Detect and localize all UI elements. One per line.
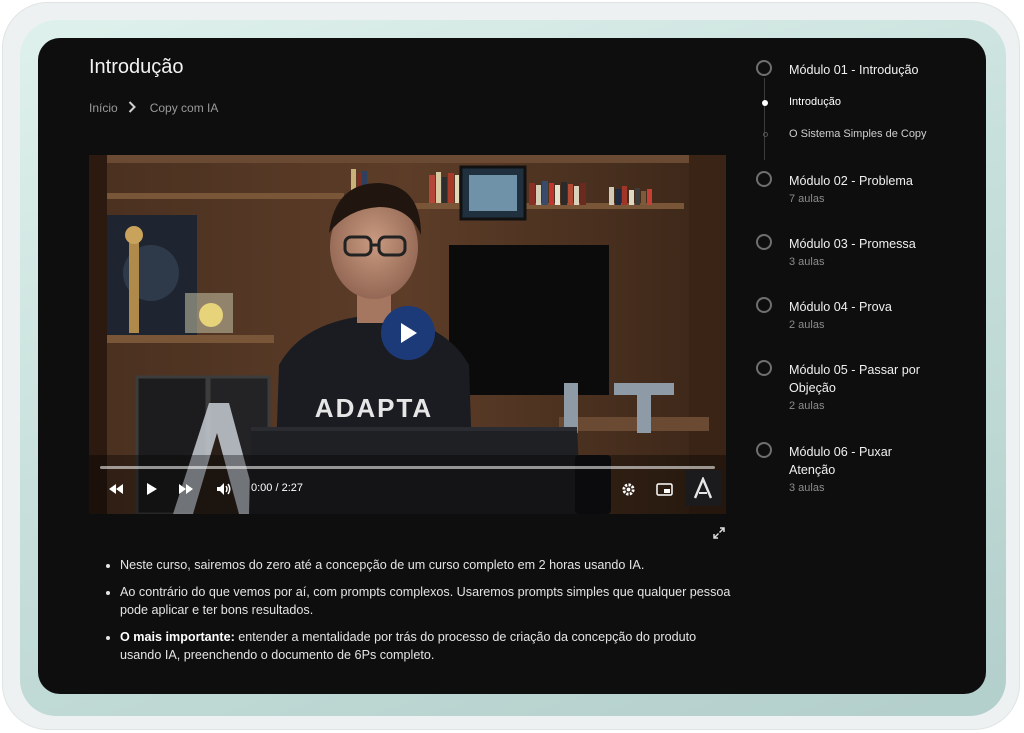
- module-lesson-count: 3 aulas: [789, 256, 825, 268]
- module-lesson-count: 3 aulas: [789, 482, 825, 494]
- module-title: Módulo 04 - Prova: [789, 300, 892, 314]
- breadcrumb: Início Copy com IA: [89, 100, 218, 116]
- module-lesson-count: 2 aulas: [789, 400, 825, 412]
- settings-button[interactable]: [617, 478, 639, 500]
- description-item: Neste curso, sairemos do zero até a conc…: [120, 556, 740, 574]
- rewind-button[interactable]: [105, 478, 127, 500]
- description-item: Ao contrário do que vemos por aí, com pr…: [120, 583, 740, 619]
- page-title: Introdução: [89, 56, 184, 78]
- sidebar-module-03[interactable]: Módulo 03 - Promessa 3 aulas: [754, 234, 974, 274]
- fast-forward-icon: [179, 484, 193, 494]
- volume-button[interactable]: [213, 478, 235, 500]
- module-ring-icon: [756, 171, 772, 187]
- breadcrumb-home-link[interactable]: Início: [89, 101, 118, 115]
- sidebar-module-05[interactable]: Módulo 05 - Passar por Objeção 2 aulas: [754, 360, 974, 420]
- module-title: Módulo 05 - Passar por Objeção: [789, 363, 920, 395]
- sidebar-lesson-introducao[interactable]: Introdução: [789, 96, 841, 108]
- active-lesson-dot-icon: [762, 100, 768, 106]
- course-screen: Introdução Início Copy com IA ADAPTA 0:0…: [38, 38, 986, 694]
- module-ring-icon: [756, 442, 772, 458]
- timeline-line: [764, 78, 765, 160]
- module-lesson-count: 7 aulas: [789, 193, 825, 205]
- volume-icon: [217, 483, 231, 495]
- module-ring-icon: [756, 297, 772, 313]
- description-item: O mais importante: entender a mentalidad…: [120, 628, 740, 664]
- expand-icon[interactable]: [712, 526, 726, 540]
- rewind-icon: [109, 484, 123, 494]
- sidebar-module-04[interactable]: Módulo 04 - Prova 2 aulas: [754, 297, 974, 337]
- control-play-button[interactable]: [141, 478, 163, 500]
- chevron-right-icon: [128, 100, 136, 116]
- breadcrumb-current: Copy com IA: [149, 101, 219, 115]
- module-title: Módulo 03 - Promessa: [789, 237, 916, 251]
- play-button[interactable]: [381, 306, 435, 360]
- module-title: Módulo 02 - Problema: [789, 174, 913, 188]
- adapta-logo-button[interactable]: [685, 470, 721, 506]
- sidebar-lesson-sistema-simples[interactable]: O Sistema Simples de Copy: [789, 128, 927, 140]
- sidebar-module-02[interactable]: Módulo 02 - Problema 7 aulas: [754, 171, 974, 211]
- picture-in-picture-icon: [655, 482, 673, 496]
- module-ring-icon: [756, 60, 772, 76]
- shirt-logo-text: ADAPTA: [315, 393, 433, 423]
- module-ring-icon: [756, 360, 772, 376]
- picture-in-picture-button[interactable]: [653, 478, 675, 500]
- play-icon: [401, 323, 417, 343]
- lesson-dot-icon: [762, 132, 768, 137]
- video-controls: 0:00 / 2:27: [89, 466, 726, 514]
- play-icon: [147, 483, 157, 495]
- module-title: Módulo 01 - Introdução: [789, 63, 919, 77]
- gear-icon: [621, 482, 635, 496]
- sidebar-module-06[interactable]: Módulo 06 - Puxar Atenção 3 aulas: [754, 442, 974, 502]
- adapta-logo-icon: [693, 477, 713, 499]
- video-time: 0:00 / 2:27: [251, 482, 303, 494]
- video-player[interactable]: ADAPTA 0:00 / 2:27: [89, 155, 726, 514]
- module-lesson-count: 2 aulas: [789, 319, 825, 331]
- video-progress-bar[interactable]: [100, 466, 715, 469]
- module-ring-icon: [756, 234, 772, 250]
- module-title: Módulo 06 - Puxar Atenção: [789, 445, 892, 477]
- course-description-list: Neste curso, sairemos do zero até a conc…: [104, 556, 740, 673]
- fast-forward-button[interactable]: [175, 478, 197, 500]
